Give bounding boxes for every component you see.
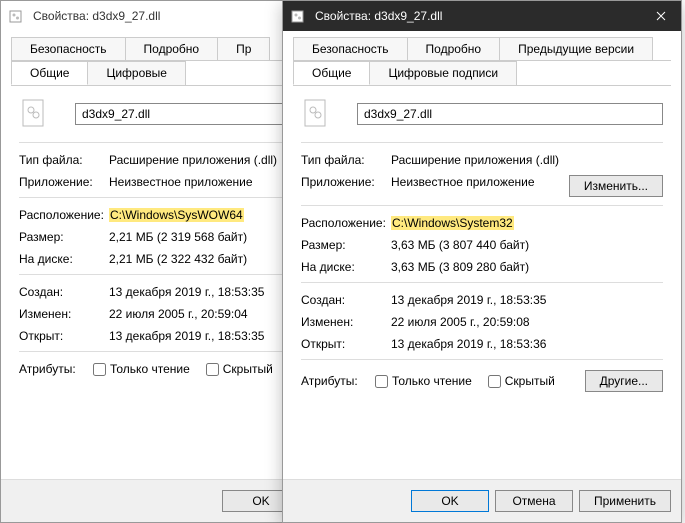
ondisk-label: На диске: bbox=[301, 260, 391, 274]
change-button[interactable]: Изменить... bbox=[569, 175, 663, 197]
tabs-row-top: Безопасность Подробно Предыдущие версии bbox=[293, 37, 671, 61]
readonly-checkbox[interactable]: Только чтение bbox=[375, 374, 472, 388]
properties-dialog-front: Свойства: d3dx9_27.dll Безопасность Подр… bbox=[282, 0, 682, 523]
created-value: 13 декабря 2019 г., 18:53:35 bbox=[391, 293, 663, 307]
modified-value: 22 июля 2005 г., 20:59:08 bbox=[391, 315, 663, 329]
tab-signatures[interactable]: Цифровые подписи bbox=[369, 61, 517, 85]
location-highlight: C:\Windows\System32 bbox=[391, 216, 514, 230]
opened-label: Открыт: bbox=[19, 329, 109, 343]
readonly-label: Только чтение bbox=[110, 362, 190, 376]
tab-general[interactable]: Общие bbox=[293, 61, 370, 85]
attributes-label: Атрибуты: bbox=[301, 374, 375, 388]
file-icon bbox=[301, 98, 333, 130]
tab-content: Тип файла:Расширение приложения (.dll) П… bbox=[283, 86, 681, 400]
filetype-label: Тип файла: bbox=[19, 153, 109, 167]
ondisk-value: 3,63 МБ (3 809 280 байт) bbox=[391, 260, 663, 274]
hidden-label: Скрытый bbox=[223, 362, 273, 376]
opened-label: Открыт: bbox=[301, 337, 391, 351]
filetype-label: Тип файла: bbox=[301, 153, 391, 167]
file-icon bbox=[19, 98, 51, 130]
cancel-button[interactable]: Отмена bbox=[495, 490, 573, 512]
titlebar[interactable]: Свойства: d3dx9_27.dll bbox=[283, 1, 681, 31]
app-icon bbox=[291, 8, 307, 24]
location-label: Расположение: bbox=[19, 208, 109, 222]
hidden-checkbox[interactable]: Скрытый bbox=[206, 362, 273, 376]
tabs-row-bottom: Общие Цифровые подписи bbox=[293, 61, 671, 86]
separator bbox=[301, 205, 663, 206]
created-label: Создан: bbox=[19, 285, 109, 299]
app-value: Неизвестное приложение bbox=[391, 175, 561, 189]
app-label: Приложение: bbox=[301, 175, 391, 189]
tab-prev-cut[interactable]: Пр bbox=[217, 37, 270, 60]
hidden-label: Скрытый bbox=[505, 374, 555, 388]
location-label: Расположение: bbox=[301, 216, 391, 230]
opened-value: 13 декабря 2019 г., 18:53:36 bbox=[391, 337, 663, 351]
filetype-value: Расширение приложения (.dll) bbox=[391, 153, 663, 167]
tab-general[interactable]: Общие bbox=[11, 61, 88, 85]
modified-label: Изменен: bbox=[301, 315, 391, 329]
tab-signatures-cut[interactable]: Цифровые bbox=[87, 61, 185, 85]
created-label: Создан: bbox=[301, 293, 391, 307]
tab-security[interactable]: Безопасность bbox=[293, 37, 408, 60]
window-title: Свойства: d3dx9_27.dll bbox=[315, 9, 641, 23]
tab-details[interactable]: Подробно bbox=[407, 37, 501, 60]
tab-details[interactable]: Подробно bbox=[125, 37, 219, 60]
readonly-label: Только чтение bbox=[392, 374, 472, 388]
location-value: C:\Windows\System32 bbox=[391, 216, 663, 230]
close-button[interactable] bbox=[641, 1, 681, 31]
app-label: Приложение: bbox=[19, 175, 109, 189]
ok-button[interactable]: OK bbox=[411, 490, 489, 512]
dialog-footer: OK Отмена Применить bbox=[283, 479, 681, 522]
readonly-checkbox[interactable]: Только чтение bbox=[93, 362, 190, 376]
hidden-checkbox[interactable]: Скрытый bbox=[488, 374, 555, 388]
ondisk-label: На диске: bbox=[19, 252, 109, 266]
other-button[interactable]: Другие... bbox=[585, 370, 663, 392]
attributes-label: Атрибуты: bbox=[19, 362, 93, 376]
separator bbox=[301, 359, 663, 360]
app-icon bbox=[9, 8, 25, 24]
tab-previous-versions[interactable]: Предыдущие версии bbox=[499, 37, 653, 60]
separator bbox=[301, 282, 663, 283]
separator bbox=[301, 142, 663, 143]
modified-label: Изменен: bbox=[19, 307, 109, 321]
location-highlight: C:\Windows\SysWOW64 bbox=[109, 208, 244, 222]
filename-input[interactable] bbox=[357, 103, 663, 125]
size-value: 3,63 МБ (3 807 440 байт) bbox=[391, 238, 663, 252]
size-label: Размер: bbox=[19, 230, 109, 244]
tab-security[interactable]: Безопасность bbox=[11, 37, 126, 60]
size-label: Размер: bbox=[301, 238, 391, 252]
apply-button[interactable]: Применить bbox=[579, 490, 671, 512]
